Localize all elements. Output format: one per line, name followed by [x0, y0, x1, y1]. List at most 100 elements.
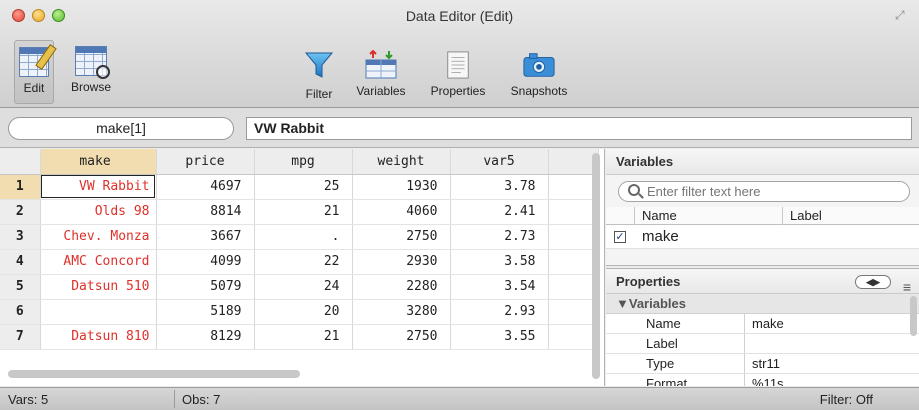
cell-make[interactable]: Datsun 810: [40, 324, 157, 350]
cell-weight[interactable]: 2750: [352, 324, 451, 350]
variable-filter-input[interactable]: [618, 181, 910, 202]
filter-button[interactable]: Filter: [296, 50, 342, 101]
properties-button[interactable]: Properties: [422, 50, 494, 98]
cell-name-field[interactable]: make[1]: [8, 117, 234, 140]
grid-vertical-scrollbar[interactable]: [592, 151, 600, 379]
cell-make[interactable]: Chev. Monza: [40, 224, 157, 250]
snapshots-button[interactable]: Snapshots: [500, 50, 578, 98]
variables-section-toggle[interactable]: ▼Variables: [606, 294, 919, 314]
column-header-mpg[interactable]: mpg: [254, 149, 353, 175]
column-header-make[interactable]: make: [40, 149, 157, 175]
properties-pane-header: Properties ◀▶ ≡: [606, 268, 919, 295]
cell-mpg[interactable]: .: [254, 224, 353, 250]
column-header-label[interactable]: Label: [790, 208, 822, 223]
property-value[interactable]: make: [752, 316, 784, 331]
cell-mpg[interactable]: 20: [254, 299, 353, 325]
table-row: 3 Chev. Monza 3667 . 2750 2.73: [0, 224, 599, 250]
prev-next-nav-button[interactable]: ◀▶: [855, 275, 891, 289]
property-row[interactable]: Label: [606, 334, 919, 354]
row-number[interactable]: 5: [0, 274, 41, 300]
table-row: 2 Olds 98 8814 21 4060 2.41: [0, 199, 599, 225]
cell-price[interactable]: 4099: [156, 249, 255, 275]
cell-var5[interactable]: 2.73: [450, 224, 549, 250]
grid-horizontal-scrollbar[interactable]: [8, 370, 300, 378]
fullscreen-icon[interactable]: ⤢: [895, 8, 909, 22]
snapshots-label: Snapshots: [510, 84, 568, 98]
cell-empty[interactable]: [548, 299, 599, 325]
row-number[interactable]: 4: [0, 249, 41, 275]
row-number[interactable]: 6: [0, 299, 41, 325]
property-value[interactable]: %11s: [752, 376, 784, 386]
cell-mpg[interactable]: 21: [254, 199, 353, 225]
cell-var5[interactable]: 3.58: [450, 249, 549, 275]
variables-table-header: Name Label: [606, 207, 919, 248]
grid-vertical-scroll-thumb[interactable]: [592, 153, 600, 379]
row-number[interactable]: 7: [0, 324, 41, 350]
property-row[interactable]: Type str11: [606, 354, 919, 374]
table-row: 1 VW Rabbit 4697 25 1930 3.78: [0, 174, 599, 200]
column-header-price[interactable]: price: [156, 149, 255, 175]
cell-make[interactable]: [40, 299, 157, 325]
status-bar: Vars: 5 Obs: 7 Filter: Off: [0, 387, 919, 410]
property-key: Name: [646, 316, 681, 331]
cell-mpg[interactable]: 25: [254, 174, 353, 200]
property-value[interactable]: str11: [752, 356, 780, 371]
cell-price[interactable]: 3667: [156, 224, 255, 250]
cell-mpg[interactable]: 22: [254, 249, 353, 275]
cell-mpg[interactable]: 21: [254, 324, 353, 350]
cell-price[interactable]: 5189: [156, 299, 255, 325]
variable-row[interactable]: ✓ make: [606, 225, 919, 249]
property-row[interactable]: Name make: [606, 314, 919, 334]
data-table: make price mpg weight var5 1 VW Rabbit 4…: [0, 149, 599, 350]
corner-cell[interactable]: [0, 149, 41, 175]
cell-empty[interactable]: [548, 274, 599, 300]
cell-empty[interactable]: [548, 249, 599, 275]
menu-icon[interactable]: ≡: [903, 274, 911, 300]
window-title: Data Editor (Edit): [405, 8, 514, 24]
cell-make[interactable]: Datsun 510: [40, 274, 157, 300]
cell-var5[interactable]: 2.93: [450, 299, 549, 325]
cell-empty[interactable]: [548, 199, 599, 225]
data-grid[interactable]: make price mpg weight var5 1 VW Rabbit 4…: [0, 149, 605, 386]
variables-button[interactable]: Variables: [346, 50, 416, 98]
properties-pane: Properties ◀▶ ≡ ▼Variables Name make Lab…: [606, 268, 919, 386]
cell-weight[interactable]: 2750: [352, 224, 451, 250]
column-header-weight[interactable]: weight: [352, 149, 451, 175]
cell-value-field[interactable]: VW Rabbit: [246, 117, 912, 140]
row-number[interactable]: 3: [0, 224, 41, 250]
edit-label: Edit: [23, 81, 45, 95]
cell-empty[interactable]: [548, 324, 599, 350]
column-header-empty[interactable]: [548, 149, 599, 175]
edit-mode-button[interactable]: Edit: [14, 40, 57, 104]
column-header-name[interactable]: Name: [642, 208, 677, 223]
cell-price[interactable]: 8814: [156, 199, 255, 225]
obs-count: Obs: 7: [182, 392, 221, 407]
cell-weight[interactable]: 4060: [352, 199, 451, 225]
cell-var5[interactable]: 3.78: [450, 174, 549, 200]
cell-empty[interactable]: [548, 224, 599, 250]
property-row[interactable]: Format %11s: [606, 374, 919, 386]
cell-price[interactable]: 8129: [156, 324, 255, 350]
browse-mode-button[interactable]: Browse: [66, 40, 116, 104]
cell-weight[interactable]: 1930: [352, 174, 451, 200]
cell-make[interactable]: AMC Concord: [40, 249, 157, 275]
vars-count: Vars: 5: [8, 392, 49, 407]
cell-weight[interactable]: 2930: [352, 249, 451, 275]
row-number[interactable]: 2: [0, 199, 41, 225]
cell-var5[interactable]: 3.55: [450, 324, 549, 350]
variable-visibility-checkbox[interactable]: ✓: [614, 231, 626, 243]
column-header-var5[interactable]: var5: [450, 149, 549, 175]
row-number[interactable]: 1: [0, 174, 41, 200]
cell-empty[interactable]: [548, 174, 599, 200]
cell-weight[interactable]: 2280: [352, 274, 451, 300]
cell-var5[interactable]: 3.54: [450, 274, 549, 300]
cell-make[interactable]: VW Rabbit: [40, 174, 157, 200]
cell-price[interactable]: 5079: [156, 274, 255, 300]
cell-price[interactable]: 4697: [156, 174, 255, 200]
variables-pane-title: Variables: [606, 149, 919, 175]
cell-mpg[interactable]: 24: [254, 274, 353, 300]
cell-var5[interactable]: 2.41: [450, 199, 549, 225]
cell-weight[interactable]: 3280: [352, 299, 451, 325]
properties-scrollbar[interactable]: [910, 296, 917, 336]
cell-make[interactable]: Olds 98: [40, 199, 157, 225]
